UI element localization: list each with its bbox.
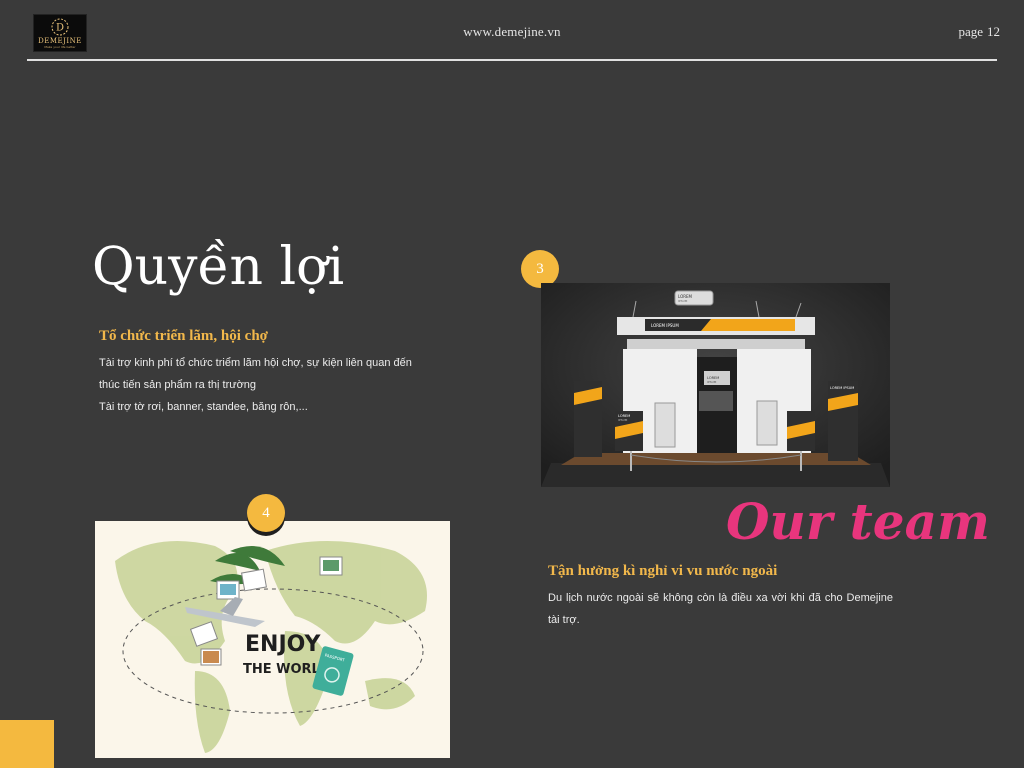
exhibition-booth-image: LOREM IPSUM LOREM IPSUM LOREM IPSUM LORE… (541, 283, 890, 487)
exhibition-line: Tài trợ kinh phí tổ chức triểm lãm hội c… (99, 357, 412, 369)
booth-illustration: LOREM IPSUM LOREM IPSUM LOREM IPSUM LORE… (541, 283, 890, 487)
exhibition-body: Tài trợ kinh phí tổ chức triểm lãm hội c… (99, 352, 459, 418)
header-divider (27, 59, 997, 61)
our-team-heading: Our team (726, 492, 990, 551)
page-number-value: 12 (987, 24, 1000, 39)
exhibition-line: thúc tiến sản phẩm ra thị trường (99, 379, 257, 391)
page-title: Quyền lợi (92, 237, 345, 297)
decorative-yellow-block (0, 720, 54, 768)
page-number: page 12 (958, 24, 1000, 40)
booth-center-sign-sub: IPSUM (707, 380, 717, 384)
booth-top-sign-sub: IPSUM (678, 299, 688, 303)
logo-tagline: Make your life better (44, 45, 76, 49)
enjoy-text: ENJOY (245, 632, 322, 657)
booth-stand-label-sub: IPSUM (618, 418, 628, 422)
booth-right-banner: LOREM IPSUM (830, 386, 854, 390)
enjoy-the-world-image: ENJOY THE WORLD PASSPORT (95, 521, 450, 758)
exhibition-heading: Tổ chức triển lãm, hội chợ (99, 328, 268, 344)
travel-body: Du lịch nước ngoài sẽ không còn là điều … (548, 592, 893, 626)
page-label: page (958, 24, 983, 39)
exhibition-line: Tài trợ tờ rơi, banner, standee, băng rô… (99, 401, 308, 413)
site-url[interactable]: www.demejine.vn (0, 24, 1024, 40)
step-badge-4: 4 (247, 494, 285, 532)
travel-heading: Tận hưởng kì nghỉ vi vu nước ngoài (548, 563, 778, 579)
booth-banner: LOREM IPSUM (651, 323, 679, 328)
world-map-illustration: ENJOY THE WORLD PASSPORT (95, 521, 450, 758)
